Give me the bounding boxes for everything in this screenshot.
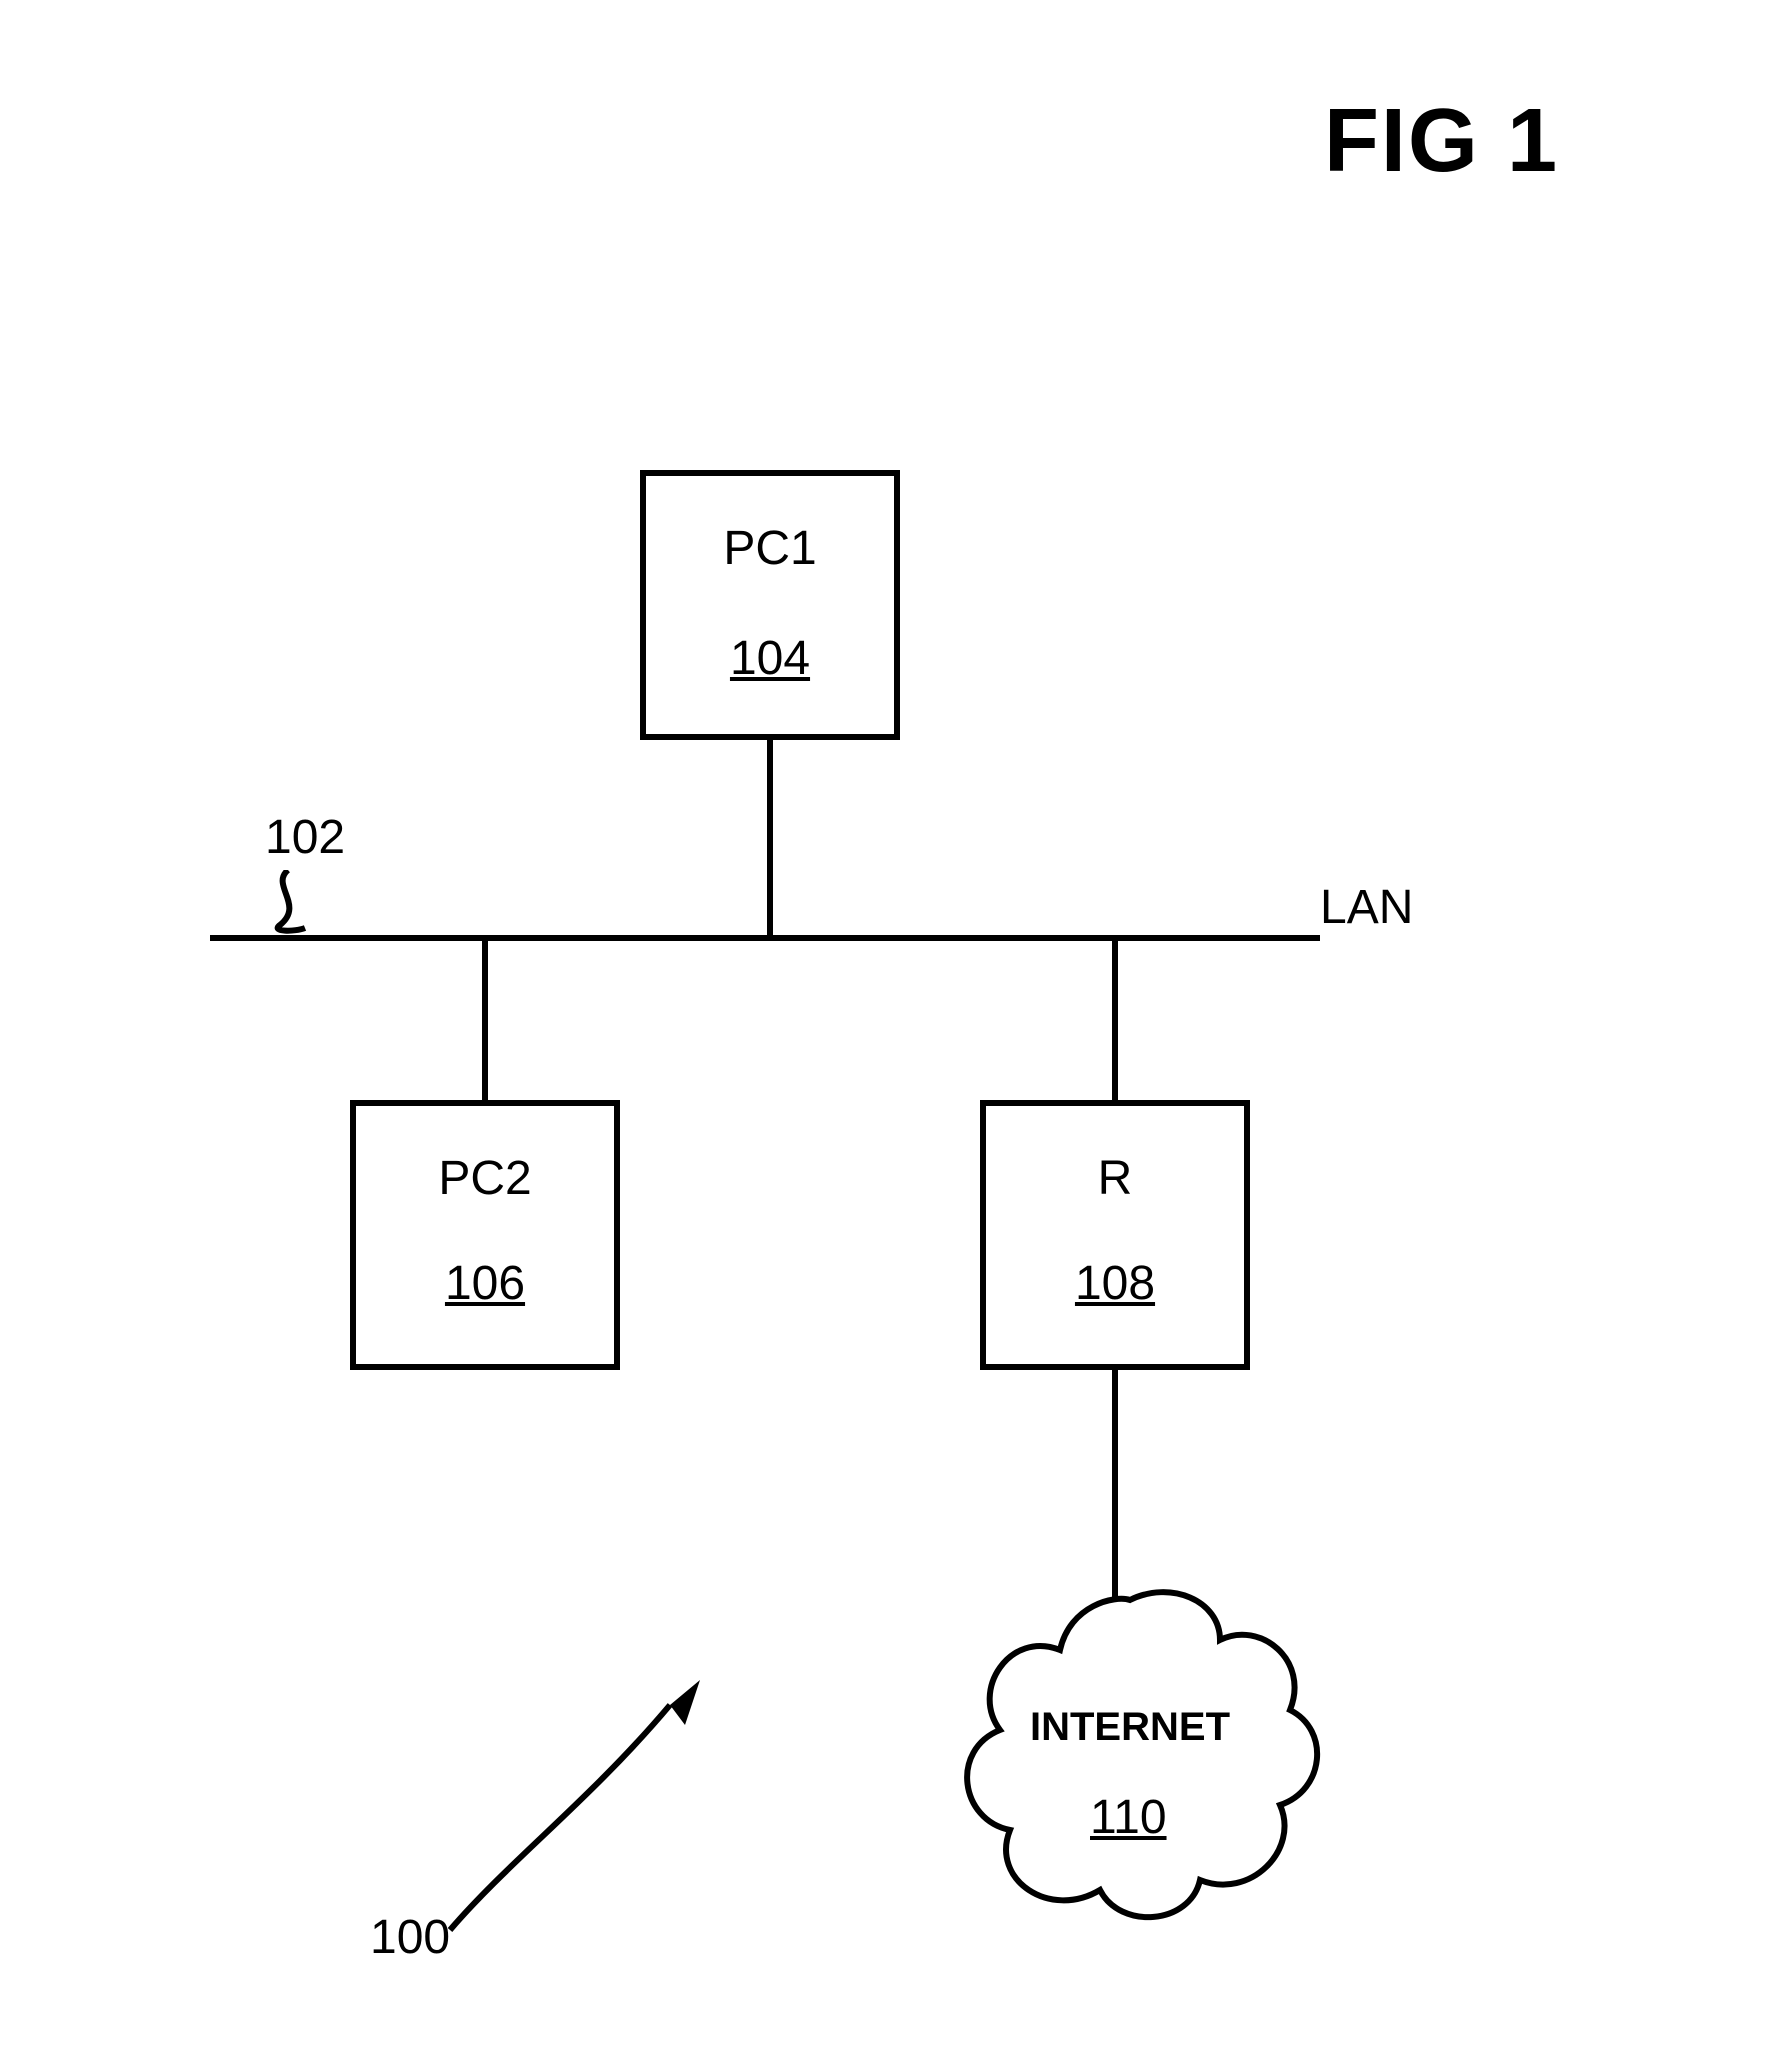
node-pc2: PC2 106	[350, 1100, 620, 1370]
lan-label: LAN	[1320, 880, 1413, 935]
leadline-100-arrow	[440, 1680, 720, 1940]
ref-lan: 102	[265, 810, 345, 865]
node-pc1-label: PC1	[646, 521, 894, 576]
node-router: R 108	[980, 1100, 1250, 1370]
figure-title: FIG 1	[1324, 90, 1559, 193]
connector-pc1-lan	[767, 740, 773, 935]
connector-pc2-lan	[482, 941, 488, 1100]
connector-router-internet	[1112, 1370, 1118, 1600]
lan-bus-line	[210, 935, 1320, 941]
node-pc2-ref: 106	[356, 1256, 614, 1311]
ref-system: 100	[370, 1910, 450, 1965]
node-pc1: PC1 104	[640, 470, 900, 740]
node-internet: INTERNET 110	[930, 1580, 1330, 1940]
connector-router-lan	[1112, 941, 1118, 1100]
node-router-ref: 108	[986, 1256, 1244, 1311]
cloud-icon	[930, 1580, 1330, 1940]
leadline-102	[250, 870, 330, 940]
node-pc1-ref: 104	[646, 631, 894, 686]
node-pc2-label: PC2	[356, 1151, 614, 1206]
node-router-label: R	[986, 1151, 1244, 1206]
patent-figure: FIG 1 PC1 104 PC2 106 R 108 LAN 102 INTE…	[0, 0, 1789, 2071]
node-internet-ref: 110	[1090, 1790, 1167, 1845]
node-internet-label: INTERNET	[1030, 1705, 1230, 1750]
